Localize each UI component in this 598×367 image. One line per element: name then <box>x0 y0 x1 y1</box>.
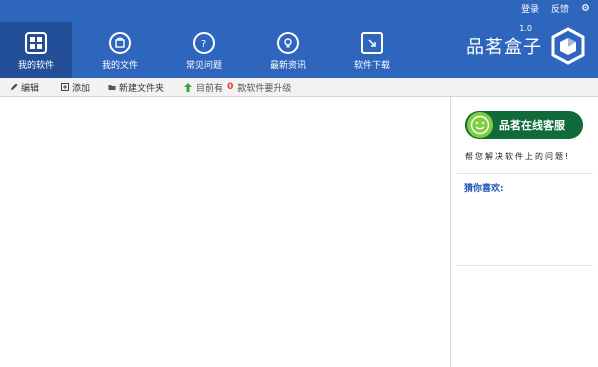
divider <box>457 265 593 266</box>
recommend-title: 猜你喜欢: <box>464 184 504 194</box>
faq-icon: ? <box>193 32 215 54</box>
nav-faq[interactable]: ? 常见问题 <box>168 22 240 78</box>
nav-label: 常见问题 <box>185 61 222 71</box>
news-icon <box>277 32 299 54</box>
smiley-icon <box>467 112 493 138</box>
new-folder-label: 新建文件夹 <box>119 83 165 94</box>
plus-box-icon <box>61 83 70 91</box>
new-folder-button[interactable]: 新建文件夹 <box>108 81 164 94</box>
nav-download[interactable]: 软件下载 <box>336 22 408 78</box>
software-list-area <box>0 97 451 367</box>
login-link[interactable]: 登录 <box>521 2 539 15</box>
right-sidebar: 品茗在线客服 帮您解决软件上的问题! 猜你喜欢: <box>451 97 598 367</box>
edit-button[interactable]: 编辑 <box>10 81 39 94</box>
svg-text:?: ? <box>201 39 206 49</box>
version-label: 1.0 <box>519 24 532 33</box>
feedback-link[interactable]: 反馈 <box>551 2 569 15</box>
up-arrow-icon <box>184 82 193 92</box>
nav-my-software[interactable]: 我的软件 <box>0 22 72 78</box>
box-logo-icon <box>551 27 585 65</box>
add-label: 添加 <box>72 83 91 94</box>
brand: 1.0 品茗盒子 <box>466 24 588 66</box>
top-utility-bar: 登录 反馈 <box>521 2 590 15</box>
pencil-icon <box>11 83 18 90</box>
nav-label: 软件下载 <box>353 61 390 71</box>
edit-label: 编辑 <box>21 83 40 94</box>
download-icon <box>361 32 383 54</box>
nav-label: 我的软件 <box>17 61 54 71</box>
nav-label: 最新资讯 <box>269 61 306 71</box>
nav-label: 我的文件 <box>101 61 138 71</box>
status-prefix: 目前有 <box>196 83 224 94</box>
status-suffix: 款软件要升级 <box>237 83 292 94</box>
gear-icon[interactable] <box>581 3 590 15</box>
upgrade-count: 0 <box>227 82 234 92</box>
divider <box>457 173 593 174</box>
my-software-icon <box>25 32 47 54</box>
my-files-icon <box>109 32 131 54</box>
nav-my-files[interactable]: 我的文件 <box>84 22 156 78</box>
main-nav: 我的软件 我的文件 ? 常见问题 最新资讯 软件下载 <box>0 22 420 78</box>
folder-icon <box>108 85 116 90</box>
app-header: 登录 反馈 我的软件 我的文件 ? 常见问题 最新资讯 软件下载 1.0 品茗盒… <box>0 0 598 78</box>
service-tagline: 帮您解决软件上的问题! <box>465 152 571 161</box>
toolbar: 编辑 添加 新建文件夹 目前有 0 款软件要升级 <box>0 78 598 97</box>
online-service-label: 品茗在线客服 <box>499 119 565 132</box>
online-service-button[interactable]: 品茗在线客服 <box>465 111 583 139</box>
brand-name: 品茗盒子 <box>466 37 542 58</box>
upgrade-status: 目前有 0 款软件要升级 <box>184 81 291 94</box>
add-button[interactable]: 添加 <box>61 81 90 94</box>
nav-news[interactable]: 最新资讯 <box>252 22 324 78</box>
